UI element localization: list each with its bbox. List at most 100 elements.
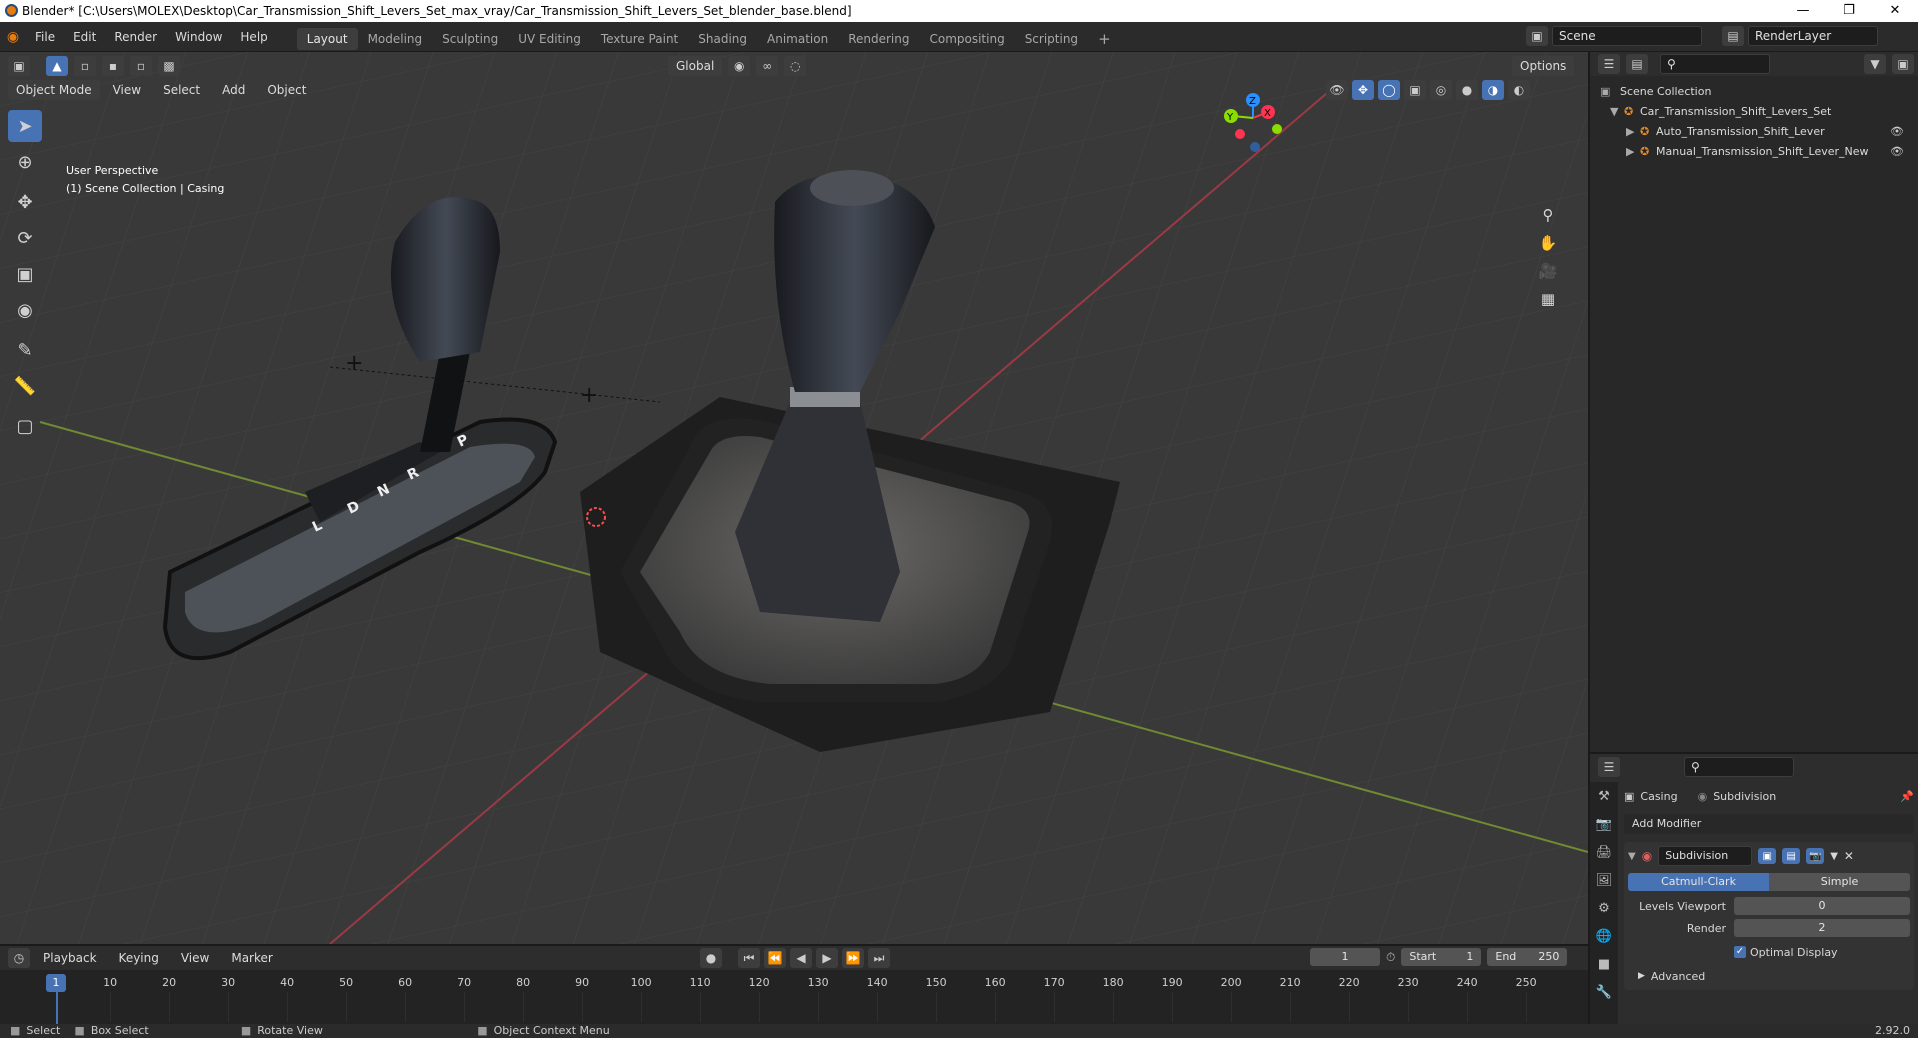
tab-modeling[interactable]: Modeling — [358, 28, 433, 50]
timeline-editor-icon[interactable]: ◷ — [8, 948, 30, 968]
select-tool-icon[interactable]: ➤ — [8, 110, 42, 142]
levels-viewport-field[interactable]: 0 — [1734, 897, 1910, 915]
modifier-menu-icon[interactable]: ▼ — [1830, 851, 1838, 862]
3d-viewport[interactable]: P R N D L + + Z Y X ▣ ▲ ▫ ▪ ▫ ▩ Global ◉… — [0, 52, 1588, 944]
catmull-clark-button[interactable]: Catmull-Clark — [1628, 873, 1769, 891]
scale-tool-icon[interactable]: ▣ — [8, 258, 42, 290]
wireframe-shading-icon[interactable]: ◎ — [1430, 80, 1452, 100]
outliner-item[interactable]: ▶ ✪ Manual_Transmission_Shift_Lever_New … — [1590, 142, 1918, 162]
timeline-menu-marker[interactable]: Marker — [222, 948, 281, 968]
play-icon[interactable]: ▶ — [816, 948, 838, 968]
prev-keyframe-icon[interactable]: ⏪ — [764, 948, 786, 968]
record-icon[interactable]: ● — [700, 948, 722, 968]
current-frame-field[interactable]: 1 — [1310, 948, 1380, 966]
eye-icon[interactable]: 👁 — [1890, 142, 1904, 162]
camera-view-icon[interactable]: 🎥 — [1536, 262, 1560, 290]
editor-type-icon[interactable]: ▣ — [8, 56, 30, 76]
tab-shading[interactable]: Shading — [688, 28, 757, 50]
optimal-display-checkbox[interactable]: ✓ — [1734, 946, 1746, 958]
proportional-edit-icon[interactable]: ◌ — [784, 56, 807, 76]
remove-modifier-icon[interactable]: ✕ — [1844, 849, 1854, 863]
menu-window[interactable]: Window — [166, 22, 231, 52]
zoom-icon[interactable]: ⚲ — [1536, 206, 1560, 234]
ortho-grid-icon[interactable]: ▦ — [1536, 290, 1560, 318]
collapse-arrow-icon[interactable]: ▶ — [1626, 122, 1634, 142]
scene-field[interactable]: Scene — [1552, 26, 1702, 46]
tab-scripting[interactable]: Scripting — [1015, 28, 1088, 50]
scene-tab-icon[interactable]: ⚙ — [1590, 894, 1618, 922]
tab-texture-paint[interactable]: Texture Paint — [591, 28, 688, 50]
menu-help[interactable]: Help — [231, 22, 276, 52]
mode-dropdown[interactable]: Object Mode — [8, 80, 100, 100]
menu-edit[interactable]: Edit — [64, 22, 105, 52]
annotate-tool-icon[interactable]: ✎ — [8, 334, 42, 366]
playhead-marker[interactable]: 1 — [46, 974, 66, 992]
close-window-button[interactable]: ✕ — [1872, 0, 1918, 22]
menu-file[interactable]: File — [26, 22, 64, 52]
render-toggle-icon[interactable]: 📷 — [1806, 848, 1825, 864]
outliner-editor-icon[interactable]: ☰ — [1598, 54, 1620, 74]
transform-tool-icon[interactable]: ◉ — [8, 294, 42, 326]
advanced-subpanel[interactable]: ▶ Advanced — [1628, 966, 1910, 986]
snap-icon[interactable]: ∞ — [756, 56, 779, 76]
tab-animation[interactable]: Animation — [757, 28, 838, 50]
restore-button[interactable]: ❐ — [1826, 0, 1872, 22]
render-levels-field[interactable]: 2 — [1734, 919, 1910, 937]
measure-tool-icon[interactable]: 📏 — [8, 370, 42, 402]
add-workspace-icon[interactable]: + — [1088, 28, 1121, 50]
pivot-icon[interactable]: ◉ — [728, 56, 751, 76]
expand-arrow-icon[interactable]: ▼ — [1610, 102, 1618, 122]
blender-menu-icon[interactable]: ◉ — [0, 29, 26, 45]
collapse-arrow-icon[interactable]: ▶ — [1626, 142, 1634, 162]
render-layer-icon[interactable]: ▤ — [1722, 26, 1744, 46]
add-modifier-dropdown[interactable]: Add Modifier — [1624, 814, 1914, 834]
tab-compositing[interactable]: Compositing — [919, 28, 1014, 50]
timeline-menu-keying[interactable]: Keying — [110, 948, 168, 968]
expand-advanced-icon[interactable]: ▶ — [1638, 971, 1645, 981]
modifier-name-input[interactable]: Subdivision — [1658, 846, 1753, 866]
jump-end-icon[interactable]: ⏭ — [868, 948, 890, 968]
viewport-menu-add[interactable]: Add — [213, 80, 254, 100]
viewport-menu-object[interactable]: Object — [258, 80, 315, 100]
tab-sculpting[interactable]: Sculpting — [432, 28, 508, 50]
outliner-item[interactable]: ▼ ✪ Car_Transmission_Shift_Levers_Set — [1590, 102, 1918, 122]
object-tab-icon[interactable]: ■ — [1590, 950, 1618, 978]
rotate-tool-icon[interactable]: ⟳ — [8, 222, 42, 254]
tool-tab-icon[interactable]: ⚒ — [1590, 782, 1618, 810]
cursor-tool-icon[interactable]: ⊕ — [8, 146, 42, 178]
simple-button[interactable]: Simple — [1769, 873, 1910, 891]
properties-search-input[interactable]: ⚲ — [1684, 757, 1794, 777]
visibility-icon[interactable]: 👁 — [1326, 80, 1348, 100]
end-frame-field[interactable]: End 250 — [1487, 948, 1568, 966]
modifier-tab-icon[interactable]: 🔧 — [1590, 978, 1618, 1006]
orientation-dropdown[interactable]: Global — [668, 56, 723, 76]
overlay-toggle-icon[interactable]: ◯ — [1378, 80, 1400, 100]
world-tab-icon[interactable]: 🌐 — [1590, 922, 1618, 950]
select-box-invert-icon[interactable]: ▩ — [158, 56, 180, 76]
properties-editor-icon[interactable]: ☰ — [1598, 757, 1620, 777]
timeline-ruler[interactable]: 1 10 20 30 40 50 60 70 80 90 100 110 120 130 140 150 16… — [0, 970, 1588, 1026]
select-mode-icon[interactable]: ▲ — [46, 56, 68, 76]
move-tool-icon[interactable]: ✥ — [8, 186, 42, 218]
output-tab-icon[interactable]: 🖨 — [1590, 838, 1618, 866]
eye-icon[interactable]: 👁 — [1890, 122, 1904, 142]
timeline-menu-view[interactable]: View — [172, 948, 218, 968]
gizmo-toggle-icon[interactable]: ✥ — [1352, 80, 1374, 100]
menu-render[interactable]: Render — [105, 22, 166, 52]
viewport-menu-view[interactable]: View — [104, 80, 150, 100]
material-shading-icon[interactable]: ◑ — [1482, 80, 1504, 100]
play-reverse-icon[interactable]: ◀ — [790, 948, 812, 968]
timeline-menu-playback[interactable]: Playback — [34, 948, 106, 968]
outliner-root[interactable]: ▣ Scene Collection — [1590, 82, 1918, 102]
collapse-modifier-icon[interactable]: ▼ — [1628, 851, 1636, 862]
stopwatch-icon[interactable]: ⏱ — [1386, 950, 1395, 965]
jump-start-icon[interactable]: ⏮ — [738, 948, 760, 968]
outliner-search-input[interactable]: ⚲ — [1660, 54, 1770, 74]
render-layer-field[interactable]: RenderLayer — [1748, 26, 1878, 46]
start-frame-field[interactable]: Start 1 — [1401, 948, 1482, 966]
select-box-extend-icon[interactable]: ▪ — [102, 56, 124, 76]
pan-hand-icon[interactable]: ✋ — [1536, 234, 1560, 262]
select-box-new-icon[interactable]: ▫ — [74, 56, 96, 76]
edit-mode-toggle-icon[interactable]: ▣ — [1758, 848, 1777, 864]
pin-icon[interactable]: 📌 — [1900, 790, 1914, 803]
